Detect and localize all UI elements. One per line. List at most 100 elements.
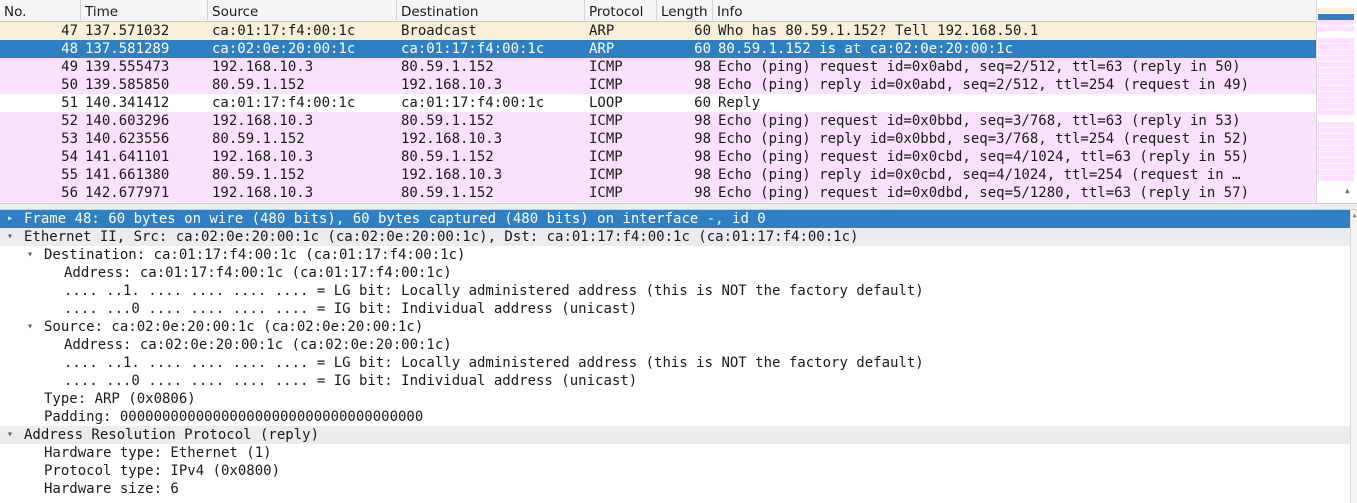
minimap-row-marker: [1318, 26, 1354, 31]
cell-length: 60: [694, 23, 711, 39]
detail-tree-row[interactable]: Hardware size: 6: [0, 480, 1350, 498]
cell-length: 98: [694, 167, 711, 183]
detail-tree-label: Frame 48: 60 bytes on wire (480 bits), 6…: [24, 211, 766, 227]
minimap-row-marker: [1318, 104, 1354, 109]
cell-no: 50: [61, 77, 78, 93]
detail-tree-label: .... ..1. .... .... .... .... = LG bit: …: [64, 283, 924, 299]
detail-tree-label: .... ...0 .... .... .... .... = IG bit: …: [64, 301, 638, 317]
packet-details-tree[interactable]: ▸ Frame 48: 60 bytes on wire (480 bits), …: [0, 210, 1350, 503]
column-header-length[interactable]: Length: [657, 0, 713, 22]
detail-tree-label: .... ...0 .... .... .... .... = IG bit: …: [64, 373, 638, 389]
cell-protocol: ARP: [589, 23, 615, 39]
chevron-right-icon[interactable]: ▸: [4, 210, 16, 228]
cell-protocol: ICMP: [589, 113, 623, 129]
cell-source: ca:01:17:f4:00:1c: [212, 95, 356, 111]
minimap-row-marker: [1318, 110, 1354, 115]
detail-tree-row[interactable]: Protocol type: IPv4 (0x0800): [0, 462, 1350, 480]
detail-tree-row[interactable]: Padding: 0000000000000000000000000000000…: [0, 408, 1350, 426]
detail-tree-row[interactable]: .... ...0 .... .... .... .... = IG bit: …: [0, 300, 1350, 318]
detail-tree-row[interactable]: Type: ARP (0x0806): [0, 390, 1350, 408]
cell-info: 80.59.1.152 is at ca:02:0e:20:00:1c: [718, 41, 1014, 57]
cell-destination: 192.168.10.3: [401, 131, 503, 147]
minimap-row-marker: [1318, 92, 1354, 97]
chevron-down-icon[interactable]: ▾: [4, 228, 16, 246]
cell-source: 192.168.10.3: [212, 185, 314, 201]
minimap-row-marker: [1318, 50, 1354, 55]
details-scrollbar[interactable]: ▲: [1350, 210, 1357, 503]
cell-length: 60: [694, 95, 711, 111]
cell-source: 192.168.10.3: [212, 59, 314, 75]
detail-tree-row[interactable]: Address: ca:02:0e:20:00:1c (ca:02:0e:20:…: [0, 336, 1350, 354]
detail-tree-row[interactable]: Address: ca:01:17:f4:00:1c (ca:01:17:f4:…: [0, 264, 1350, 282]
detail-tree-label: Ethernet II, Src: ca:02:0e:20:00:1c (ca:…: [24, 229, 859, 245]
cell-length: 98: [694, 77, 711, 93]
scroll-up-arrow-icon[interactable]: ▲: [1345, 186, 1355, 196]
cell-info: Echo (ping) reply id=0x0abd, seq=2/512, …: [718, 77, 1250, 93]
packet-row[interactable]: 54 141.641101 192.168.10.3 80.59.1.152 ICMP 9…: [0, 148, 1316, 166]
column-header-info[interactable]: Info: [713, 0, 1316, 22]
cell-destination: 80.59.1.152: [401, 149, 494, 165]
detail-tree-row[interactable]: ▾ Destination: ca:01:17:f4:00:1c (ca:01:1…: [0, 246, 1350, 264]
cell-destination: Broadcast: [401, 23, 477, 39]
cell-protocol: LOOP: [589, 95, 623, 111]
cell-destination: 192.168.10.3: [401, 167, 503, 183]
cell-length: 98: [694, 185, 711, 201]
cell-time: 141.641101: [85, 149, 170, 165]
cell-source: 80.59.1.152: [212, 167, 305, 183]
detail-tree-label: Padding: 0000000000000000000000000000000…: [44, 409, 424, 425]
minimap-row-marker: [1318, 98, 1354, 103]
cell-time: 140.623556: [85, 131, 170, 147]
packet-row[interactable]: 55 141.661380 80.59.1.152 192.168.10.3 ICMP 9…: [0, 166, 1316, 184]
detail-tree-row[interactable]: .... ..1. .... .... .... .... = LG bit: …: [0, 282, 1350, 300]
packet-row[interactable]: 49 139.555473 192.168.10.3 80.59.1.152 ICMP 9…: [0, 58, 1316, 76]
minimap-row-marker: [1318, 44, 1354, 49]
column-header-source[interactable]: Source: [208, 0, 397, 22]
detail-tree-row[interactable]: ▾ Ethernet II, Src: ca:02:0e:20:00:1c (ca…: [0, 228, 1350, 246]
cell-no: 52: [61, 113, 78, 129]
detail-tree-row[interactable]: Hardware type: Ethernet (1): [0, 444, 1350, 462]
cell-protocol: ICMP: [589, 59, 623, 75]
cell-time: 140.341412: [85, 95, 170, 111]
column-header-destination[interactable]: Destination: [397, 0, 585, 22]
column-header-no[interactable]: No.: [0, 0, 81, 22]
cell-source: 192.168.10.3: [212, 113, 314, 129]
packet-row[interactable]: 47 137.571032 ca:01:17:f4:00:1c Broadcast AR…: [0, 22, 1316, 40]
packet-row[interactable]: 51 140.341412 ca:01:17:f4:00:1c ca:01:17:f4…: [0, 94, 1316, 112]
minimap-row-marker: [1318, 152, 1354, 157]
detail-tree-row[interactable]: .... ..1. .... .... .... .... = LG bit: …: [0, 354, 1350, 372]
cell-info: Echo (ping) reply id=0x0cbd, seq=4/1024,…: [718, 167, 1241, 183]
minimap-row-marker: [1318, 176, 1354, 181]
packet-list-minimap-scrollbar[interactable]: [1316, 0, 1357, 203]
cell-protocol: ARP: [589, 41, 615, 57]
minimap-row-marker: [1318, 128, 1354, 133]
cell-no: 47: [61, 23, 78, 39]
detail-tree-row[interactable]: .... ...0 .... .... .... .... = IG bit: …: [0, 372, 1350, 390]
minimap-row-marker: [1318, 116, 1354, 121]
detail-tree-row[interactable]: ▾ Address Resolution Protocol (reply): [0, 426, 1350, 444]
packet-row[interactable]: 56 142.677971 192.168.10.3 80.59.1.152 ICMP 9…: [0, 184, 1316, 202]
minimap-row-marker: [1318, 146, 1354, 151]
cell-source: ca:01:17:f4:00:1c: [212, 23, 356, 39]
chevron-down-icon[interactable]: ▾: [24, 246, 36, 264]
packet-row[interactable]: 53 140.623556 80.59.1.152 192.168.10.3 ICMP 9…: [0, 130, 1316, 148]
cell-info: Who has 80.59.1.152? Tell 192.168.50.1: [718, 23, 1039, 39]
pane-splitter[interactable]: [0, 203, 1357, 210]
chevron-down-icon[interactable]: ▾: [24, 318, 36, 336]
column-header-protocol[interactable]: Protocol: [585, 0, 657, 22]
scroll-up-arrow-icon[interactable]: ▲: [1351, 212, 1357, 219]
cell-no: 54: [61, 149, 78, 165]
minimap-row-marker: [1318, 158, 1354, 163]
minimap-row-marker: [1318, 68, 1354, 73]
detail-tree-row[interactable]: ▸ Frame 48: 60 bytes on wire (480 bits), …: [0, 210, 1350, 228]
detail-tree-row[interactable]: ▾ Source: ca:02:0e:20:00:1c (ca:02:0e:20:…: [0, 318, 1350, 336]
cell-destination: 192.168.10.3: [401, 77, 503, 93]
packet-row[interactable]: 48 137.581289 ca:02:0e:20:00:1c ca:01:17:f4…: [0, 40, 1316, 58]
packet-list[interactable]: No. Time Source Destination Protocol Len…: [0, 0, 1316, 203]
cell-protocol: ICMP: [589, 185, 623, 201]
chevron-down-icon[interactable]: ▾: [4, 426, 16, 444]
column-header-time[interactable]: Time: [81, 0, 208, 22]
packet-row[interactable]: 52 140.603296 192.168.10.3 80.59.1.152 ICMP 9…: [0, 112, 1316, 130]
packet-row[interactable]: 50 139.585850 80.59.1.152 192.168.10.3 ICMP 9…: [0, 76, 1316, 94]
minimap-row-marker: [1318, 134, 1354, 139]
detail-tree-label: Address: ca:02:0e:20:00:1c (ca:02:0e:20:…: [64, 337, 452, 353]
